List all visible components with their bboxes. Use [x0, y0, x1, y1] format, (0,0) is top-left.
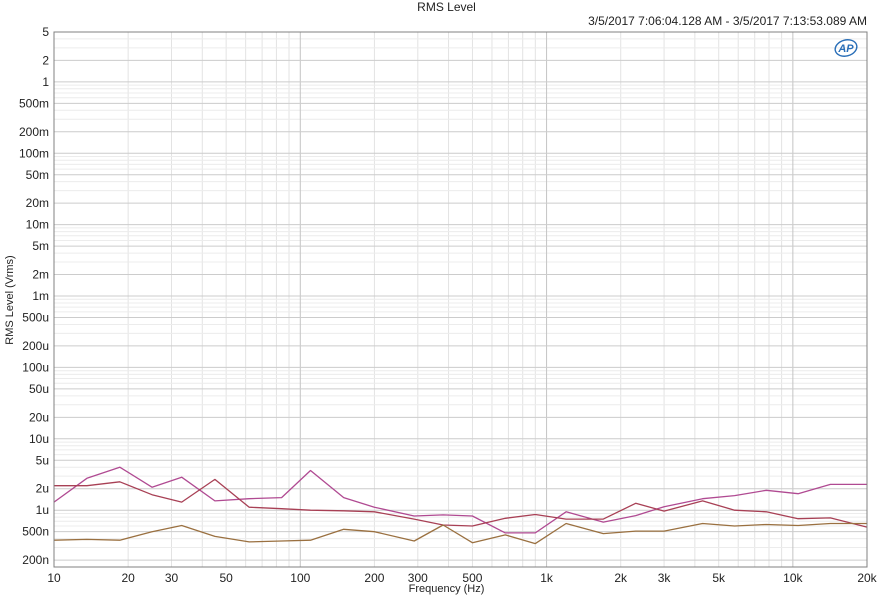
y-tick-label: 500m [19, 96, 49, 110]
y-tick-label: 2 [42, 53, 49, 67]
y-tick-label: 1m [32, 289, 49, 303]
y-tick-label: 500u [22, 311, 49, 325]
ap-logo-text: AP [837, 43, 854, 55]
y-tick-label: 2u [36, 482, 49, 496]
y-tick-label: 5u [36, 453, 49, 467]
minor-grid [54, 32, 867, 567]
series-line-2 [54, 478, 868, 528]
x-axis-label: Frequency (Hz) [408, 583, 485, 595]
y-tick-label: 50m [26, 168, 49, 182]
y-tick-label: 20u [29, 410, 49, 424]
y-tick-label: 500n [22, 525, 49, 539]
y-tick-label: 10m [26, 218, 49, 232]
y-tick-label: 20m [26, 196, 49, 210]
y-tick-label: 50u [29, 382, 49, 396]
ap-logo-icon: AP [834, 39, 858, 57]
y-tick-label: 5 [42, 25, 49, 39]
time-range-subtitle: 3/5/2017 7:06:04.128 AM - 3/5/2017 7:13:… [588, 14, 867, 28]
y-tick-label: 200m [19, 125, 49, 139]
y-tick-label: 100m [19, 146, 49, 160]
y-tick-label: 200n [22, 553, 49, 567]
y-tick-label: 2m [32, 268, 49, 282]
y-tick-label: 10u [29, 432, 49, 446]
y-tick-label: 1u [36, 503, 49, 517]
y-tick-label: 5m [32, 239, 49, 253]
y-tick-label: 200u [22, 339, 49, 353]
y-tick-labels: 5 2 1 500m 200m 100m 50m 20m 10m 5m 2m 1m 500u 200u 10… [19, 25, 49, 567]
plot-area: 10 20 30 50 100 200 300 500 1k 2k 3k 5k 10k 20k 52150… [19, 25, 878, 585]
y-tick-label: 100u [22, 360, 49, 374]
y-axis-label: RMS Level (Vrms) [4, 255, 16, 345]
chart-title: RMS Level [417, 0, 476, 14]
y-tick-label: 1 [42, 75, 49, 89]
